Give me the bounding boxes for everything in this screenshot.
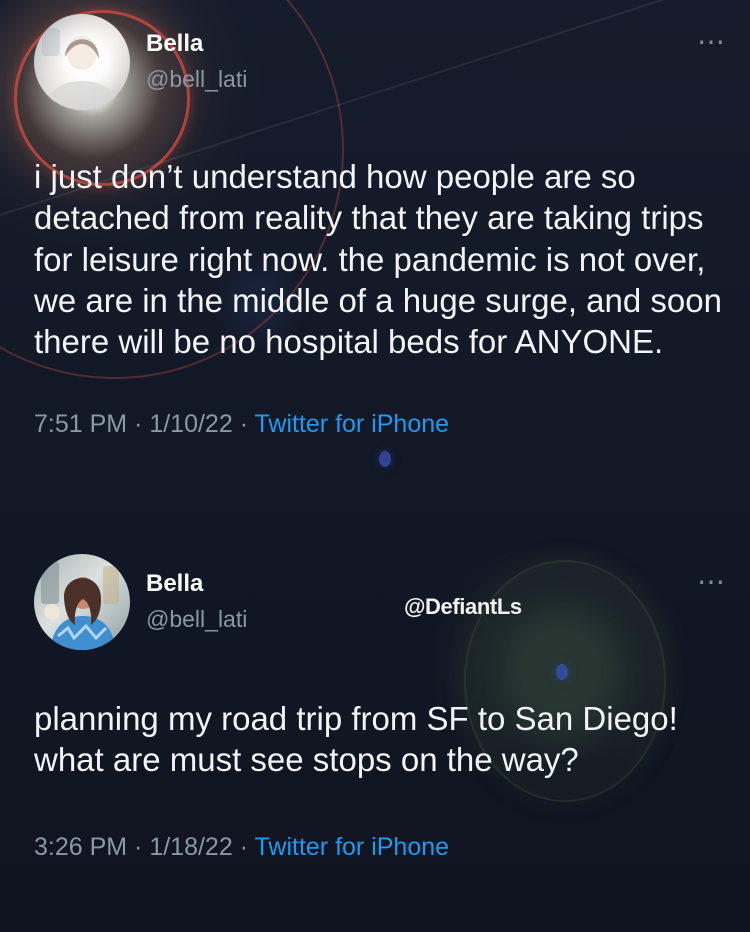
display-name[interactable]: Bella <box>146 30 203 58</box>
tweet-card[interactable]: Bella @bell_lati ⋯ i just don’t understa… <box>34 14 726 439</box>
tweet-meta: 7:51 PM · 1/10/22 · Twitter for iPhone <box>34 410 726 439</box>
meta-separator: · <box>127 410 150 439</box>
display-name[interactable]: Bella <box>146 570 203 598</box>
meta-separator: · <box>232 410 255 439</box>
tweet-text: planning my road trip from SF to San Die… <box>34 700 678 779</box>
tweet-card[interactable]: Bella @bell_lati ⋯ planning my road trip… <box>34 554 726 862</box>
tweet-meta: 3:26 PM · 1/18/22 · Twitter for iPhone <box>34 833 726 862</box>
username-handle[interactable]: @bell_lati <box>146 66 247 93</box>
more-options-icon[interactable]: ⋯ <box>697 28 726 56</box>
watermark: @DefiantLs <box>404 594 522 619</box>
person-icon <box>42 28 122 110</box>
tweet-time[interactable]: 3:26 PM <box>34 833 127 861</box>
avatar[interactable] <box>34 14 130 110</box>
person-icon <box>41 562 119 650</box>
tweet-client-link[interactable]: Twitter for iPhone <box>255 833 450 861</box>
screenshot-canvas: Bella @bell_lati ⋯ i just don’t understa… <box>0 0 750 932</box>
meta-separator: · <box>232 832 255 861</box>
tweet-header: Bella @bell_lati ⋯ <box>34 14 726 110</box>
more-options-icon[interactable]: ⋯ <box>697 568 726 596</box>
avatar[interactable] <box>34 554 130 650</box>
tweet-date[interactable]: 1/18/22 <box>149 833 232 861</box>
tweet-time[interactable]: 7:51 PM <box>34 410 127 438</box>
tweet-date[interactable]: 1/10/22 <box>149 410 232 438</box>
username-handle[interactable]: @bell_lati <box>146 606 247 633</box>
blue-flare-dot <box>379 451 391 467</box>
tweet-client-link[interactable]: Twitter for iPhone <box>255 410 450 438</box>
meta-separator: · <box>127 832 150 861</box>
tweet-header: Bella @bell_lati ⋯ <box>34 554 726 650</box>
tweet-text: i just don’t understand how people are s… <box>34 158 722 360</box>
